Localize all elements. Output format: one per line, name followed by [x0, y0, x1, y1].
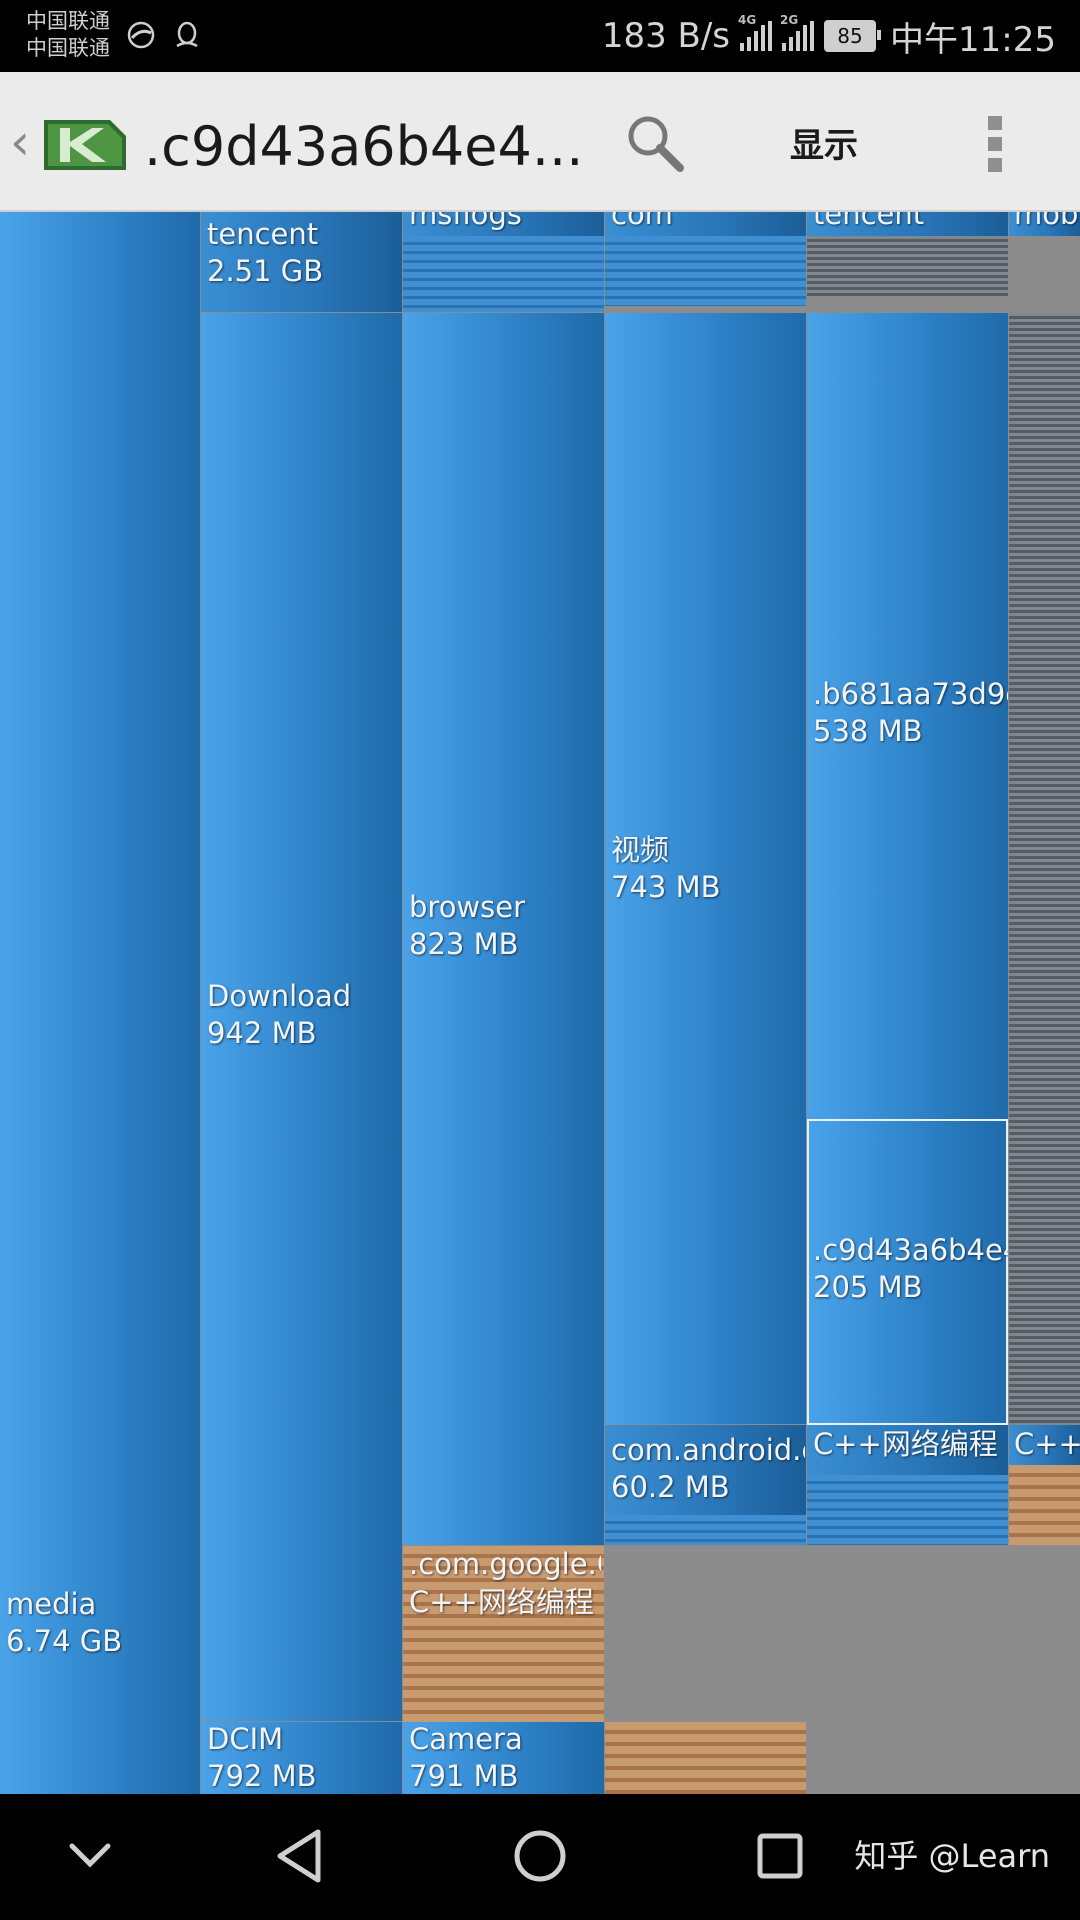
tile-download-size: 942 MB	[207, 1016, 317, 1050]
signal-4g-icon: 4G	[738, 13, 773, 51]
tile-android-small[interactable]	[605, 1515, 806, 1545]
carrier-1: 中国联通	[26, 9, 110, 33]
tile-tencent-2-name: tencent	[813, 212, 925, 231]
tile-camera-name: Camera	[409, 1722, 523, 1756]
tile-tencent-size: 2.51 GB	[207, 254, 324, 288]
tile-com-name: com	[611, 212, 673, 231]
overflow-menu-icon[interactable]	[980, 112, 1010, 176]
qq-penguin-icon	[176, 21, 198, 48]
tile-android-name: com.android.c	[611, 1433, 805, 1467]
app-toolbar: ‹ .c9d43a6b4e4... 显示	[0, 72, 1080, 212]
navigation-bar: 知乎 @Learn	[0, 1794, 1080, 1920]
battery-icon: 85	[824, 20, 882, 52]
browser-notification-icon	[127, 21, 155, 49]
tile-dcim-name: DCIM	[207, 1722, 284, 1756]
home-circle-icon[interactable]	[508, 1824, 572, 1888]
sd-card-logo-icon[interactable]	[40, 112, 130, 174]
tile-video-size: 743 MB	[611, 870, 721, 904]
tile-browser-size: 823 MB	[409, 927, 519, 961]
toolbar-title: .c9d43a6b4e4...	[144, 115, 584, 178]
clock: 中午11:25	[890, 19, 1056, 60]
status-right: 183 B/s 4G 2G 85 中午11:25	[602, 12, 1056, 60]
tile-msflogs-name: msflogs	[409, 212, 522, 231]
battery-level: 85	[837, 24, 863, 48]
tile-small-files[interactable]	[403, 236, 604, 312]
tile-cpp-edge-name: C++网	[1014, 1427, 1080, 1461]
carrier-2: 中国联通	[26, 36, 110, 60]
tile-c9d43-name: .c9d43a6b4e4	[813, 1233, 1008, 1267]
tile-edge-brown[interactable]	[1009, 1465, 1080, 1545]
show-button[interactable]: 显示	[790, 120, 858, 172]
tile-media[interactable]	[0, 212, 200, 1794]
tile-tencent-2-small[interactable]	[807, 236, 1008, 296]
signal-2g-icon: 2G	[780, 13, 815, 51]
treemap: media 6.74 GB tencent 2.51 GB Download 9…	[0, 212, 1080, 1794]
watermark: 知乎 @Learn	[854, 1837, 1050, 1875]
search-icon[interactable]	[624, 112, 688, 176]
chevron-down-icon[interactable]	[58, 1824, 122, 1888]
tile-browser-name: browser	[409, 890, 526, 924]
back-triangle-icon[interactable]	[268, 1824, 332, 1888]
back-chevron-icon[interactable]: ‹	[10, 112, 30, 172]
tile-b681-name: .b681aa73d9c	[813, 677, 1008, 711]
tile-edge-files[interactable]	[1009, 313, 1080, 1425]
tile-mob-name: mob	[1014, 212, 1079, 231]
tile-c9d43-size: 205 MB	[813, 1270, 923, 1304]
tile-cpp-blue-name: C++网络编程	[813, 1427, 998, 1461]
tile-dcim-size: 792 MB	[207, 1759, 317, 1793]
tile-cpp-brown-name: C++网络编程	[409, 1585, 594, 1619]
tile-video-name: 视频	[611, 833, 670, 867]
tile-cpp-blue-small[interactable]	[807, 1475, 1008, 1545]
tile-brown-files[interactable]	[605, 1722, 806, 1794]
tile-media-size: 6.74 GB	[6, 1624, 123, 1658]
tile-tencent-name: tencent	[207, 217, 319, 251]
tile-download-name: Download	[207, 979, 352, 1013]
tile-free-area	[605, 1546, 806, 1722]
tile-b681-size: 538 MB	[813, 714, 923, 748]
net-speed: 183 B/s	[601, 16, 731, 56]
tile-com-small[interactable]	[605, 236, 806, 306]
tile-camera-size: 791 MB	[409, 1759, 519, 1793]
tile-android-size: 60.2 MB	[611, 1470, 730, 1504]
carrier-names: 中国联通 中国联通	[26, 8, 110, 62]
tile-google-name: .com.google.C	[409, 1547, 601, 1581]
recents-square-icon[interactable]	[748, 1824, 812, 1888]
status-bar: 中国联通 中国联通 183 B/s 4G 2G 85 中午11:25	[0, 0, 1080, 72]
tile-media-name: media	[6, 1587, 97, 1621]
